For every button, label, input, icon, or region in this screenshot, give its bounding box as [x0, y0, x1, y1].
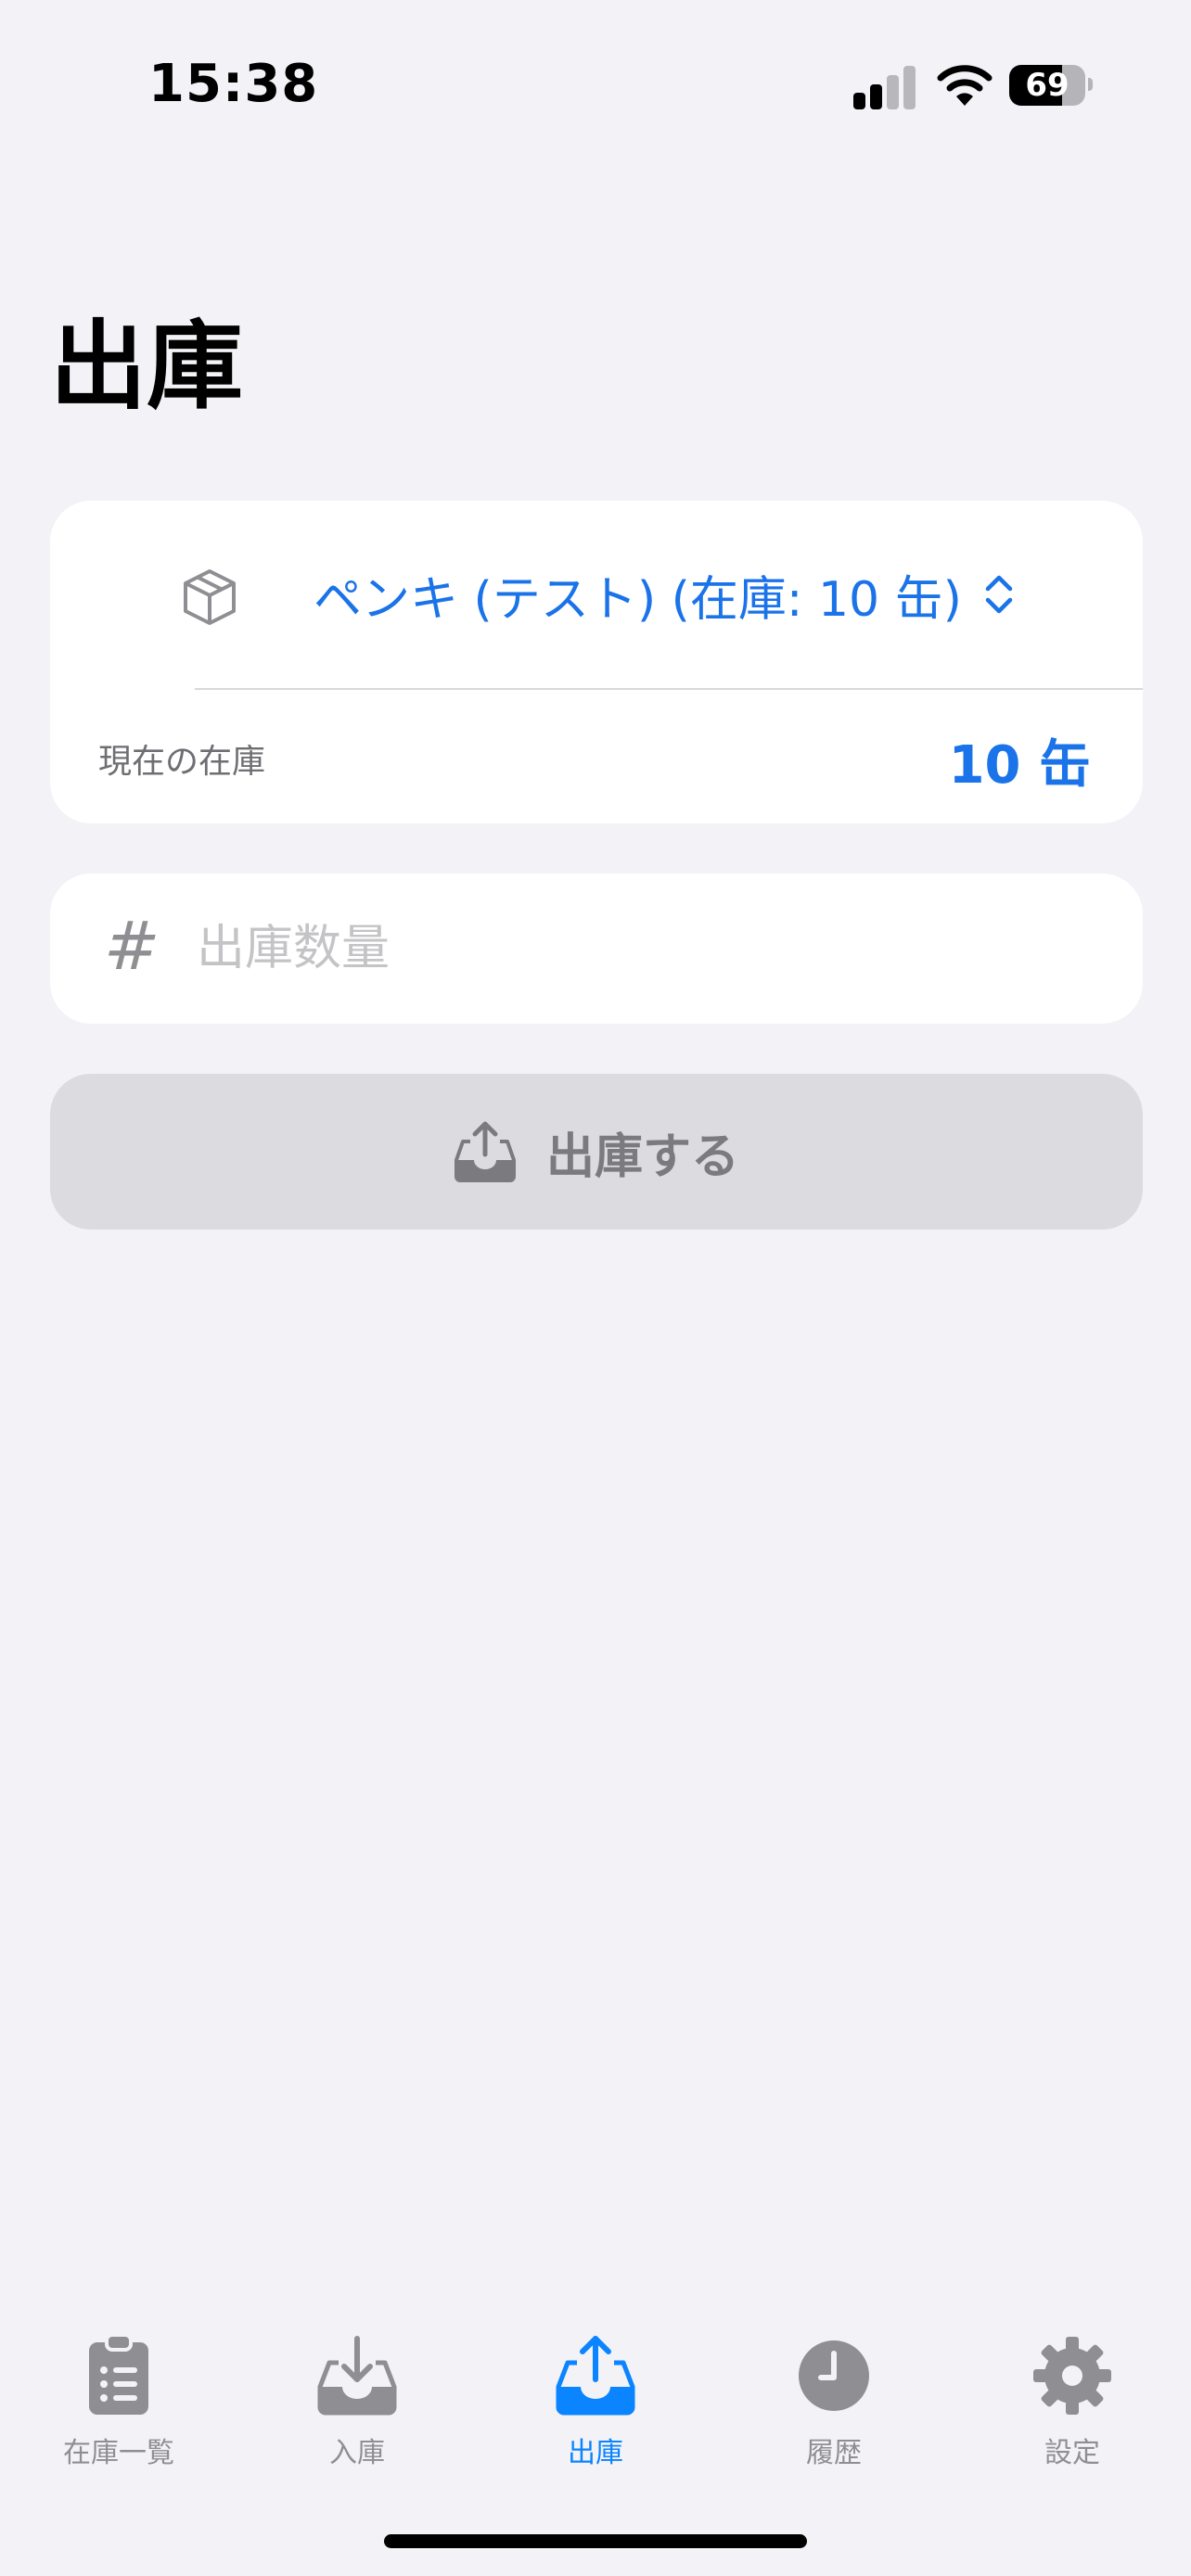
- tab-label-stock-out: 出庫: [568, 2437, 623, 2469]
- checkout-submit-button[interactable]: 出庫する: [50, 1074, 1143, 1230]
- product-picker-row[interactable]: ペンキ (テスト) (在庫: 10 缶): [50, 501, 1143, 690]
- battery-tip: [1088, 78, 1093, 91]
- clock-icon: [799, 2340, 869, 2411]
- tray-upload-icon: [556, 2336, 635, 2416]
- number-sign-icon: #: [104, 907, 160, 985]
- tab-label-stock-in: 入庫: [329, 2437, 385, 2469]
- tab-label-settings: 設定: [1044, 2437, 1100, 2469]
- selected-product-label: ペンキ (テスト) (在庫: 10 缶): [314, 571, 962, 628]
- current-stock-value: 10 缶: [948, 735, 1091, 796]
- clipboard-list-icon: [89, 2335, 148, 2415]
- cube-icon: [184, 569, 236, 625]
- cellular-signal-icon: [853, 63, 918, 109]
- home-indicator: [384, 2534, 807, 2548]
- tab-inventory-list[interactable]: 在庫一覧: [0, 2318, 237, 2469]
- battery-percentage: 69: [1025, 67, 1069, 104]
- chevron-up-down-icon: [985, 575, 1013, 614]
- submit-button-label: 出庫する: [545, 1129, 739, 1185]
- page-title: 出庫: [50, 310, 244, 423]
- tab-settings[interactable]: 設定: [954, 2318, 1191, 2469]
- battery-icon: 69: [1009, 65, 1085, 106]
- status-time: 15:38: [148, 54, 319, 114]
- tray-upload-icon: [454, 1121, 516, 1182]
- tab-stock-in[interactable]: 入庫: [238, 2318, 476, 2469]
- product-picker[interactable]: ペンキ (テスト) (在庫: 10 缶): [314, 553, 1018, 636]
- tab-bar: 在庫一覧 入庫 出庫 履歴 設定: [0, 2318, 1191, 2469]
- gear-icon: [1033, 2337, 1111, 2415]
- wifi-icon: [937, 65, 992, 106]
- quantity-input[interactable]: [195, 901, 1089, 996]
- quantity-card: #: [50, 874, 1143, 1024]
- current-stock-label: 現在の在庫: [98, 743, 266, 781]
- tray-download-icon: [317, 2336, 397, 2416]
- tab-label-inventory-list: 在庫一覧: [63, 2437, 174, 2469]
- tab-label-history: 履歴: [806, 2437, 862, 2469]
- tab-history[interactable]: 履歴: [715, 2318, 953, 2469]
- divider: [195, 688, 1143, 690]
- status-bar: 15:38 69: [0, 0, 1191, 176]
- tab-stock-out[interactable]: 出庫: [477, 2318, 714, 2469]
- product-card: ペンキ (テスト) (在庫: 10 缶) 現在の在庫 10 缶: [50, 501, 1143, 823]
